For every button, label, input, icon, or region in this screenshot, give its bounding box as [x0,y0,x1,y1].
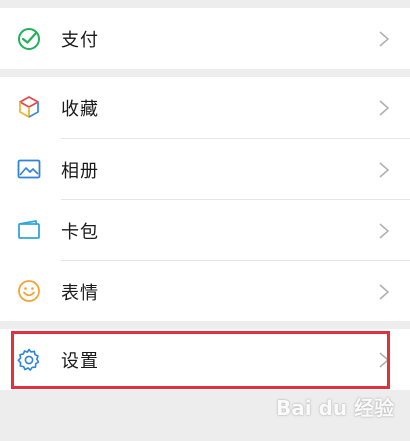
menu-item-stickers[interactable]: 表情 [0,261,410,322]
watermark-text: Bai du 经验 [276,396,395,420]
settings-group: 设置 [0,329,410,390]
menu-item-label: 设置 [61,350,99,372]
menu-item-label: 表情 [61,282,99,304]
menu-item-label: 相册 [61,160,99,182]
menu-item-pay[interactable]: 支付 [0,8,410,69]
chevron-right-icon [379,222,390,239]
gear-icon [17,348,40,371]
album-image-icon [17,159,41,179]
baidu-jingyan-watermark: Bai du 经验 [276,392,400,424]
pay-icon [18,28,40,50]
chevron-right-icon [379,30,390,47]
menu-item-label: 收藏 [61,98,99,120]
menu-item-label: 卡包 [61,221,99,243]
menu-item-label: 支付 [61,29,99,51]
chevron-right-icon [379,351,390,368]
smiley-icon [18,280,40,302]
menu-item-cards[interactable]: 卡包 [0,200,410,261]
pay-group: 支付 [0,8,410,69]
services-group: 收藏 相册 卡包 表情 [0,77,410,321]
menu-item-settings[interactable]: 设置 [0,329,410,390]
favorites-cube-icon [19,96,39,118]
menu-item-album[interactable]: 相册 [0,139,410,200]
chevron-right-icon [379,283,390,300]
menu-item-favorites[interactable]: 收藏 [0,77,410,138]
chevron-right-icon [379,99,390,116]
chevron-right-icon [379,161,390,178]
card-wallet-icon [18,220,40,239]
